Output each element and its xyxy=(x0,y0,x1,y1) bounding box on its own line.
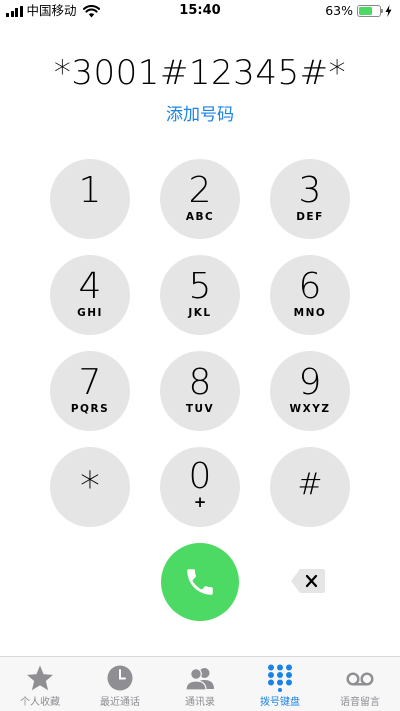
key-0[interactable]: 0 + xyxy=(160,447,240,527)
clock-icon xyxy=(107,665,133,691)
key-letters: DEF xyxy=(296,211,324,223)
key-digit: # xyxy=(297,467,323,502)
key-digit: 9 xyxy=(298,362,322,403)
key-hash[interactable]: # xyxy=(270,447,350,527)
key-digit: 0 xyxy=(188,456,212,497)
tab-contacts[interactable]: 通讯录 xyxy=(160,657,240,711)
key-star[interactable]: * xyxy=(50,447,130,527)
key-3[interactable]: 3 DEF xyxy=(270,159,350,239)
key-7[interactable]: 7 PQRS xyxy=(50,351,130,431)
key-5[interactable]: 5 JKL xyxy=(160,255,240,335)
key-digit: 2 xyxy=(188,170,212,211)
key-letters: PQRS xyxy=(70,403,110,415)
backspace-icon xyxy=(291,569,325,593)
tab-label: 最近通话 xyxy=(100,697,140,708)
battery-level-fill xyxy=(359,7,372,15)
key-letters: WXYZ xyxy=(289,403,331,415)
tab-keypad[interactable]: 拨号键盘 xyxy=(240,657,320,711)
tab-voicemail[interactable]: 语音留言 xyxy=(320,657,400,711)
battery-percent: 63% xyxy=(325,3,353,18)
status-bar: 中国移动 15:40 63% xyxy=(0,0,400,24)
add-number-link[interactable]: 添加号码 xyxy=(0,103,400,127)
key-letters: TUV xyxy=(185,403,215,415)
key-letters: GHI xyxy=(77,307,103,319)
signal-icon xyxy=(6,5,23,17)
tab-label: 语音留言 xyxy=(340,697,380,708)
key-9[interactable]: 9 WXYZ xyxy=(270,351,350,431)
key-4[interactable]: 4 GHI xyxy=(50,255,130,335)
battery-icon xyxy=(357,5,383,17)
tab-label: 个人收藏 xyxy=(20,697,60,708)
key-digit: * xyxy=(80,464,100,510)
tab-favorites[interactable]: 个人收藏 xyxy=(0,657,80,711)
phone-icon xyxy=(187,569,213,595)
key-letters: ABC xyxy=(185,211,215,223)
dialed-number-display: *3001#12345#* xyxy=(53,53,347,93)
carrier-name: 中国移动 xyxy=(26,3,77,18)
key-digit: 7 xyxy=(78,362,102,403)
key-letters: + xyxy=(193,493,207,511)
charging-bolt-icon xyxy=(385,5,392,17)
key-digit: 3 xyxy=(298,170,322,211)
tab-recents[interactable]: 最近通话 xyxy=(80,657,160,711)
keypad-icon xyxy=(268,664,292,692)
call-button[interactable] xyxy=(161,543,239,621)
wifi-icon xyxy=(82,4,100,17)
key-digit: 5 xyxy=(188,266,212,307)
tab-label: 拨号键盘 xyxy=(260,697,300,708)
status-left: 中国移动 xyxy=(6,4,100,18)
key-digit: 1 xyxy=(78,170,102,211)
star-icon xyxy=(27,665,53,691)
key-letters: MNO xyxy=(293,307,327,319)
key-8[interactable]: 8 TUV xyxy=(160,351,240,431)
tab-bar: 个人收藏 最近通话 通讯录 拨号键盘 语音留言 xyxy=(0,656,400,711)
key-digit: 6 xyxy=(298,266,322,307)
delete-button[interactable] xyxy=(290,568,326,594)
status-right: 63% xyxy=(325,4,392,18)
key-digit: 4 xyxy=(78,266,102,307)
contacts-icon xyxy=(186,668,214,691)
key-digit: 8 xyxy=(188,362,212,403)
key-letters: JKL xyxy=(188,307,212,319)
key-6[interactable]: 6 MNO xyxy=(270,255,350,335)
key-2[interactable]: 2 ABC xyxy=(160,159,240,239)
keypad: 1 2 ABC 3 DEF 4 GHI 5 JKL 6 MNO 7 PQRS 8… xyxy=(50,159,350,529)
voicemail-icon xyxy=(346,672,374,686)
key-1[interactable]: 1 xyxy=(50,159,130,239)
tab-label: 通讯录 xyxy=(185,697,215,708)
